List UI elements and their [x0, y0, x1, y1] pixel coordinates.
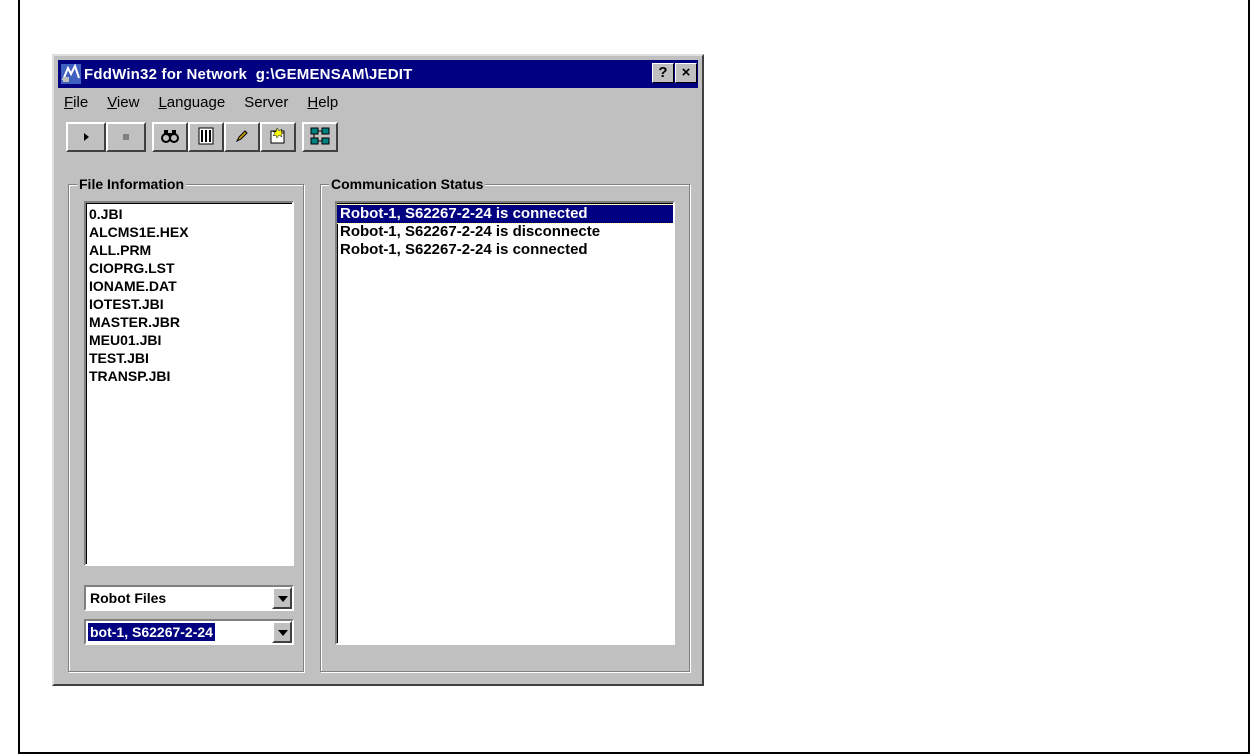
list-item[interactable]: ALL.PRM — [86, 241, 292, 259]
app-icon — [61, 63, 81, 84]
list-button[interactable] — [188, 122, 224, 152]
file-type-select[interactable]: Robot Files — [84, 585, 294, 611]
file-type-value: Robot Files — [90, 590, 167, 606]
menu-language[interactable]: Language — [158, 92, 225, 114]
list-item[interactable]: MASTER.JBR — [86, 313, 292, 331]
robot-value: bot-1, S62267-2-24 — [88, 623, 215, 641]
menu-view[interactable]: View — [107, 92, 139, 114]
file-information-label: File Information — [77, 175, 186, 193]
file-type-dropdown-button[interactable] — [272, 587, 292, 609]
chevron-down-icon — [278, 596, 288, 602]
list-item[interactable]: CIOPRG.LST — [86, 259, 292, 277]
status-message[interactable]: Robot-1, S62267-2-24 is connected — [337, 204, 673, 224]
title-bar[interactable]: FddWin32 for Network g:\GEMENSAM\JEDIT ?… — [58, 60, 698, 88]
file-information-group: File Information 0.JBI ALCMS1E.HEX ALL.P… — [68, 175, 304, 672]
list-item[interactable]: TRANSP.JBI — [86, 367, 292, 385]
play-button[interactable] — [66, 122, 106, 152]
toolbar — [66, 122, 338, 154]
communication-status-label: Communication Status — [329, 175, 486, 193]
play-icon — [81, 129, 91, 145]
file-list[interactable]: 0.JBI ALCMS1E.HEX ALL.PRM CIOPRG.LST ION… — [84, 201, 294, 566]
find-button[interactable] — [152, 122, 188, 152]
menu-bar: File View Language Server Help — [64, 92, 357, 114]
pencil-icon — [235, 129, 249, 146]
list-icon — [198, 127, 214, 148]
list-item[interactable]: ALCMS1E.HEX — [86, 223, 292, 241]
menu-file[interactable]: File — [64, 92, 88, 114]
open-folder-icon — [269, 126, 287, 148]
stop-button[interactable] — [106, 122, 146, 152]
open-button[interactable] — [260, 122, 296, 152]
robot-dropdown-button[interactable] — [272, 621, 292, 643]
status-list[interactable]: Robot-1, S62267-2-24 is connected Robot-… — [335, 201, 675, 645]
stop-icon — [121, 129, 131, 145]
list-item[interactable]: IOTEST.JBI — [86, 295, 292, 313]
window-title: FddWin32 for Network g:\GEMENSAM\JEDIT — [84, 65, 413, 83]
list-item[interactable]: 0.JBI — [86, 205, 292, 223]
close-button[interactable]: × — [675, 63, 697, 83]
menu-help[interactable]: Help — [307, 92, 338, 114]
chevron-down-icon — [278, 630, 288, 636]
help-button[interactable]: ? — [652, 63, 674, 83]
app-window: FddWin32 for Network g:\GEMENSAM\JEDIT ?… — [52, 54, 704, 686]
network-button[interactable] — [302, 122, 338, 152]
menu-server[interactable]: Server — [244, 92, 288, 114]
list-item[interactable]: IONAME.DAT — [86, 277, 292, 295]
list-item[interactable]: TEST.JBI — [86, 349, 292, 367]
network-icon — [310, 127, 330, 148]
binoculars-icon — [161, 129, 179, 146]
status-message[interactable]: Robot-1, S62267-2-24 is connected — [337, 241, 673, 259]
robot-select[interactable]: bot-1, S62267-2-24 — [84, 619, 294, 645]
list-item[interactable]: MEU01.JBI — [86, 331, 292, 349]
communication-status-group: Communication Status Robot-1, S62267-2-2… — [320, 175, 690, 672]
status-message[interactable]: Robot-1, S62267-2-24 is disconnecte — [337, 223, 673, 241]
edit-button[interactable] — [224, 122, 260, 152]
